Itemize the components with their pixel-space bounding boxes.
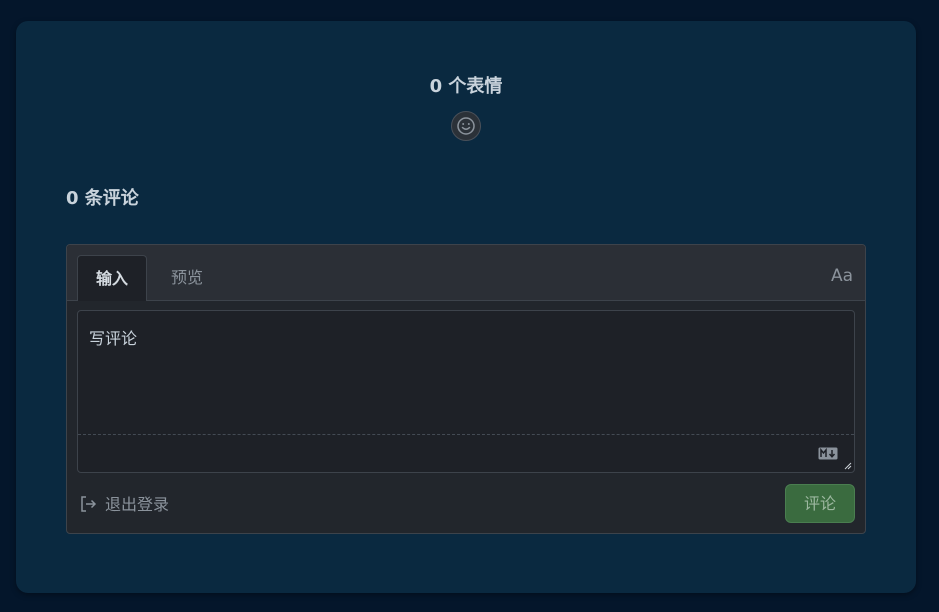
comment-textarea[interactable]: 写评论 <box>78 311 854 435</box>
font-toggle-button[interactable]: Aa <box>831 266 853 286</box>
editor-tab-bar: 输入 预览 Aa <box>67 245 865 301</box>
comments-card: 0 个表情 0 条评论 输入 预览 Aa 写评论 退出登录 评论 <box>16 21 916 593</box>
comment-input-box[interactable]: 写评论 <box>77 310 855 473</box>
logout-link[interactable]: 退出登录 <box>79 495 169 515</box>
reactions-section: 0 个表情 <box>16 75 916 145</box>
submit-comment-button[interactable]: 评论 <box>785 484 855 523</box>
sign-out-icon <box>81 496 97 512</box>
markdown-icon <box>818 447 838 460</box>
tab-write[interactable]: 输入 <box>77 255 147 301</box>
tab-preview[interactable]: 预览 <box>157 255 217 301</box>
add-reaction-button[interactable] <box>451 111 481 141</box>
reaction-count: 0 个表情 <box>429 76 503 97</box>
comment-count: 0 条评论 <box>66 188 139 209</box>
logout-label: 退出登录 <box>105 495 170 514</box>
resize-handle-icon[interactable] <box>844 462 852 470</box>
smiley-face-icon <box>457 117 475 135</box>
comment-editor: 输入 预览 Aa 写评论 退出登录 评论 <box>66 244 866 534</box>
